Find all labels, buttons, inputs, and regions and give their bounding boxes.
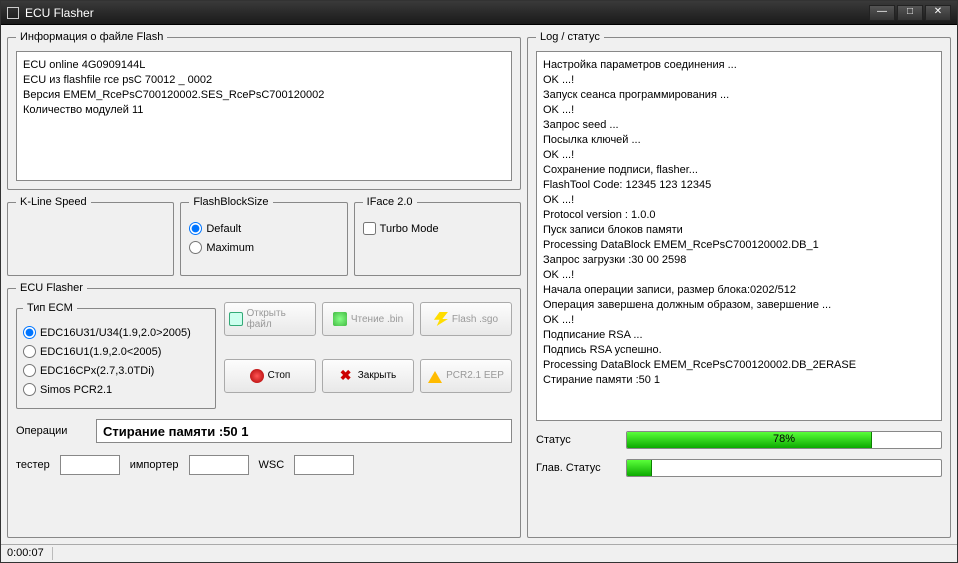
flash-sgo-button[interactable]: Flash .sgo <box>420 302 512 336</box>
flash-icon <box>434 312 448 326</box>
flashblock-maximum-radio[interactable] <box>189 241 202 254</box>
app-icon <box>7 7 19 19</box>
wsc-input[interactable] <box>294 455 354 475</box>
main-status-progress-bar <box>627 460 652 476</box>
kline-speed-group: K-Line Speed <box>7 196 174 276</box>
status-progress-text: 78% <box>627 433 941 445</box>
minimize-button[interactable]: — <box>869 5 895 21</box>
content-area: Информация о файле Flash ECU online 4G09… <box>1 25 957 544</box>
flash-info-text[interactable]: ECU online 4G0909144LECU из flashfile rc… <box>16 51 512 181</box>
close-window-button[interactable]: ✕ <box>925 5 951 21</box>
open-file-button[interactable]: Открыть файл <box>224 302 316 336</box>
pcr-eep-button[interactable]: PCR2.1 EEP <box>420 359 512 393</box>
read-bin-button[interactable]: Чтение .bin <box>322 302 414 336</box>
window-title: ECU Flasher <box>25 6 869 20</box>
close-icon: ✖ <box>340 369 354 383</box>
ecm-radio[interactable] <box>23 345 36 358</box>
main-status-label: Глав. Статус <box>536 462 616 474</box>
flashblock-default-radio[interactable] <box>189 222 202 235</box>
ecu-flasher-group: ECU Flasher Тип ECM EDC16U31/U34(1.9,2.0… <box>7 282 521 538</box>
ecm-radio[interactable] <box>23 326 36 339</box>
tester-label: тестер <box>16 459 50 471</box>
operations-field: Стирание памяти :50 1 <box>96 419 512 443</box>
flash-info-legend: Информация о файле Flash <box>16 31 167 43</box>
log-text[interactable]: Настройка параметров соединения ...OK ..… <box>536 51 942 421</box>
main-status-progress <box>626 459 942 477</box>
flashblock-legend: FlashBlockSize <box>189 196 272 208</box>
wsc-label: WSC <box>259 459 285 471</box>
statusbar-time: 0:00:07 <box>7 547 53 560</box>
iface-group: IFace 2.0 Turbo Mode <box>354 196 521 276</box>
main-window: ECU Flasher — □ ✕ Информация о файле Fla… <box>0 0 958 563</box>
operations-label: Операции <box>16 425 86 437</box>
kline-speed-legend: K-Line Speed <box>16 196 91 208</box>
ecm-radio[interactable] <box>23 364 36 377</box>
flashblock-group: FlashBlockSize Default Maximum <box>180 196 347 276</box>
status-label: Статус <box>536 434 616 446</box>
open-file-icon <box>229 312 243 326</box>
stop-button[interactable]: Стоп <box>224 359 316 393</box>
turbo-mode-checkbox[interactable] <box>363 222 376 235</box>
log-legend: Log / статус <box>536 31 604 43</box>
tester-input[interactable] <box>60 455 120 475</box>
close-button[interactable]: ✖ Закрыть <box>322 359 414 393</box>
read-bin-icon <box>333 312 347 326</box>
statusbar: 0:00:07 <box>1 544 957 562</box>
flash-info-group: Информация о файле Flash ECU online 4G09… <box>7 31 521 190</box>
flashblock-default-option[interactable]: Default <box>189 222 338 235</box>
ecm-type-legend: Тип ECM <box>23 302 77 314</box>
ecu-flasher-legend: ECU Flasher <box>16 282 87 294</box>
ecm-radio[interactable] <box>23 383 36 396</box>
titlebar[interactable]: ECU Flasher — □ ✕ <box>1 1 957 25</box>
turbo-mode-option[interactable]: Turbo Mode <box>363 222 512 235</box>
ecm-option[interactable]: EDC16CPx(2.7,3.0TDi) <box>23 364 209 377</box>
ecm-option[interactable]: Simos PCR2.1 <box>23 383 209 396</box>
ecm-option[interactable]: EDC16U31/U34(1.9,2.0>2005) <box>23 326 209 339</box>
status-progress: 78% <box>626 431 942 449</box>
flashblock-maximum-option[interactable]: Maximum <box>189 241 338 254</box>
ecm-type-group: Тип ECM EDC16U31/U34(1.9,2.0>2005) EDC16U… <box>16 302 216 409</box>
log-group: Log / статус Настройка параметров соедин… <box>527 31 951 538</box>
importer-input[interactable] <box>189 455 249 475</box>
maximize-button[interactable]: □ <box>897 5 923 21</box>
ecm-option[interactable]: EDC16U1(1.9,2.0<2005) <box>23 345 209 358</box>
iface-legend: IFace 2.0 <box>363 196 417 208</box>
stop-icon <box>250 369 264 383</box>
warning-icon <box>428 369 442 383</box>
importer-label: импортер <box>130 459 179 471</box>
